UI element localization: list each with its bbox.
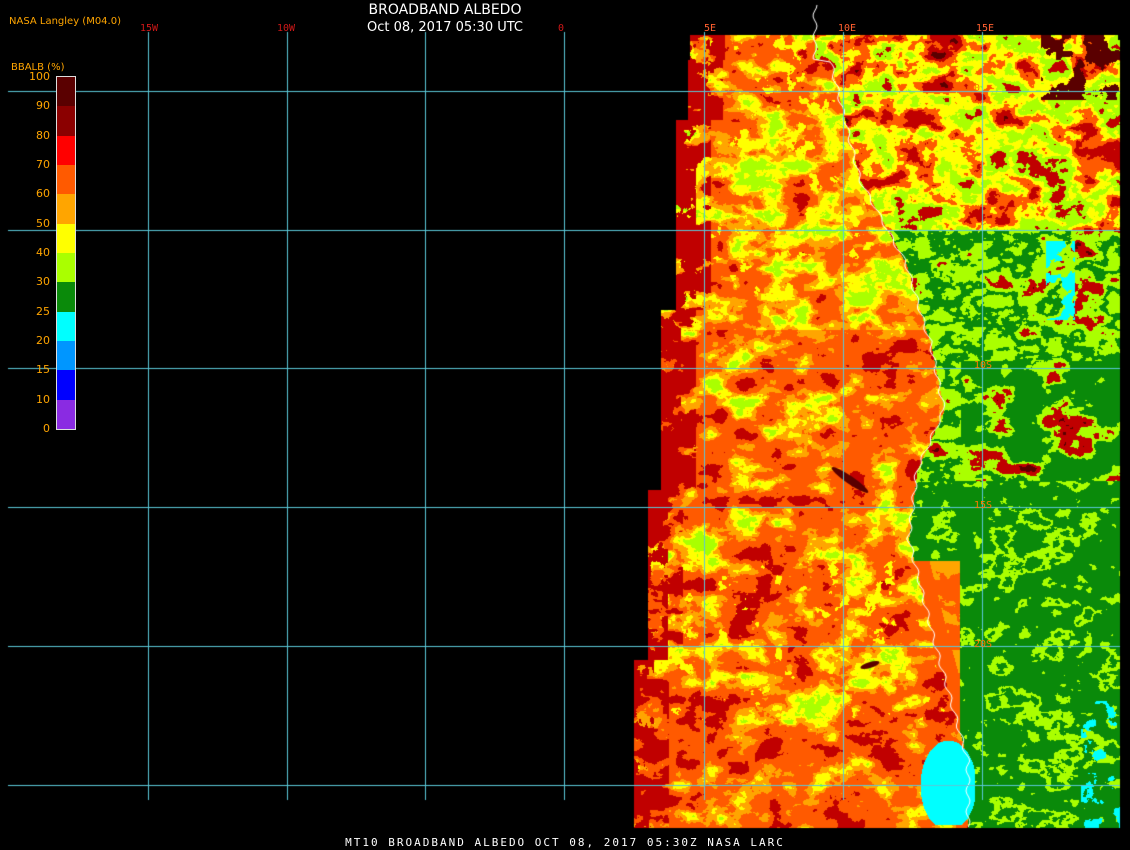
colorbar-tick-label: 50	[36, 216, 50, 230]
colorbar-segment	[57, 311, 75, 342]
colorbar-tick-label: 70	[36, 158, 50, 171]
colorbar	[56, 76, 76, 430]
lon-label-0: 0	[558, 23, 565, 34]
colorbar-segment	[57, 370, 75, 401]
lat-label-15s: 15S	[974, 500, 993, 511]
map-timestamp: Oct 08, 2017 05:30 UTC	[367, 20, 523, 35]
colorbar-tick-label: 40	[36, 246, 50, 259]
colorbar-tick-label: 20	[36, 334, 50, 347]
colorbar-segment	[57, 282, 75, 313]
colorbar-segment	[57, 399, 75, 430]
footer-caption: MT10 BROADBAND ALBEDO OCT 08, 2017 05:30…	[345, 836, 785, 849]
lon-label-10e: 10E	[838, 23, 857, 34]
lon-label-10w: 10W	[277, 23, 296, 34]
colorbar-tick-label: 90	[36, 99, 50, 113]
lat-label-10s: 10S	[974, 360, 993, 371]
lon-label-15w: 15W	[140, 23, 159, 34]
colorbar-segment	[57, 165, 75, 195]
colorbar-segment	[57, 106, 75, 137]
colorbar-tick-label: 15	[36, 363, 50, 377]
colorbar-tick-label: 10	[36, 392, 50, 406]
albedo-map	[0, 0, 1130, 850]
lat-label-20s: 20S	[974, 639, 993, 650]
lat-label-0: 0	[974, 83, 981, 94]
lon-label-15e: 15E	[976, 23, 995, 34]
provider-label: NASA Langley (M04.0)	[9, 16, 121, 27]
colorbar-segment	[57, 77, 75, 107]
map-title: BROADBAND ALBEDO	[368, 2, 522, 18]
colorbar-segment	[57, 341, 75, 371]
lon-label-5e: 5E	[704, 23, 717, 34]
colorbar-segment	[57, 253, 75, 283]
colorbar-tick-label: 80	[36, 128, 50, 142]
colorbar-tick-label: 60	[36, 187, 50, 201]
colorbar-segment	[57, 135, 75, 166]
colorbar-tick-label: 25	[36, 304, 50, 318]
colorbar-tick-label: 30	[36, 275, 50, 289]
colorbar-segment	[57, 194, 75, 225]
colorbar-tick-label: 0	[43, 422, 50, 435]
colorbar-segment	[57, 223, 75, 254]
colorbar-tick-label: 100	[29, 70, 50, 83]
